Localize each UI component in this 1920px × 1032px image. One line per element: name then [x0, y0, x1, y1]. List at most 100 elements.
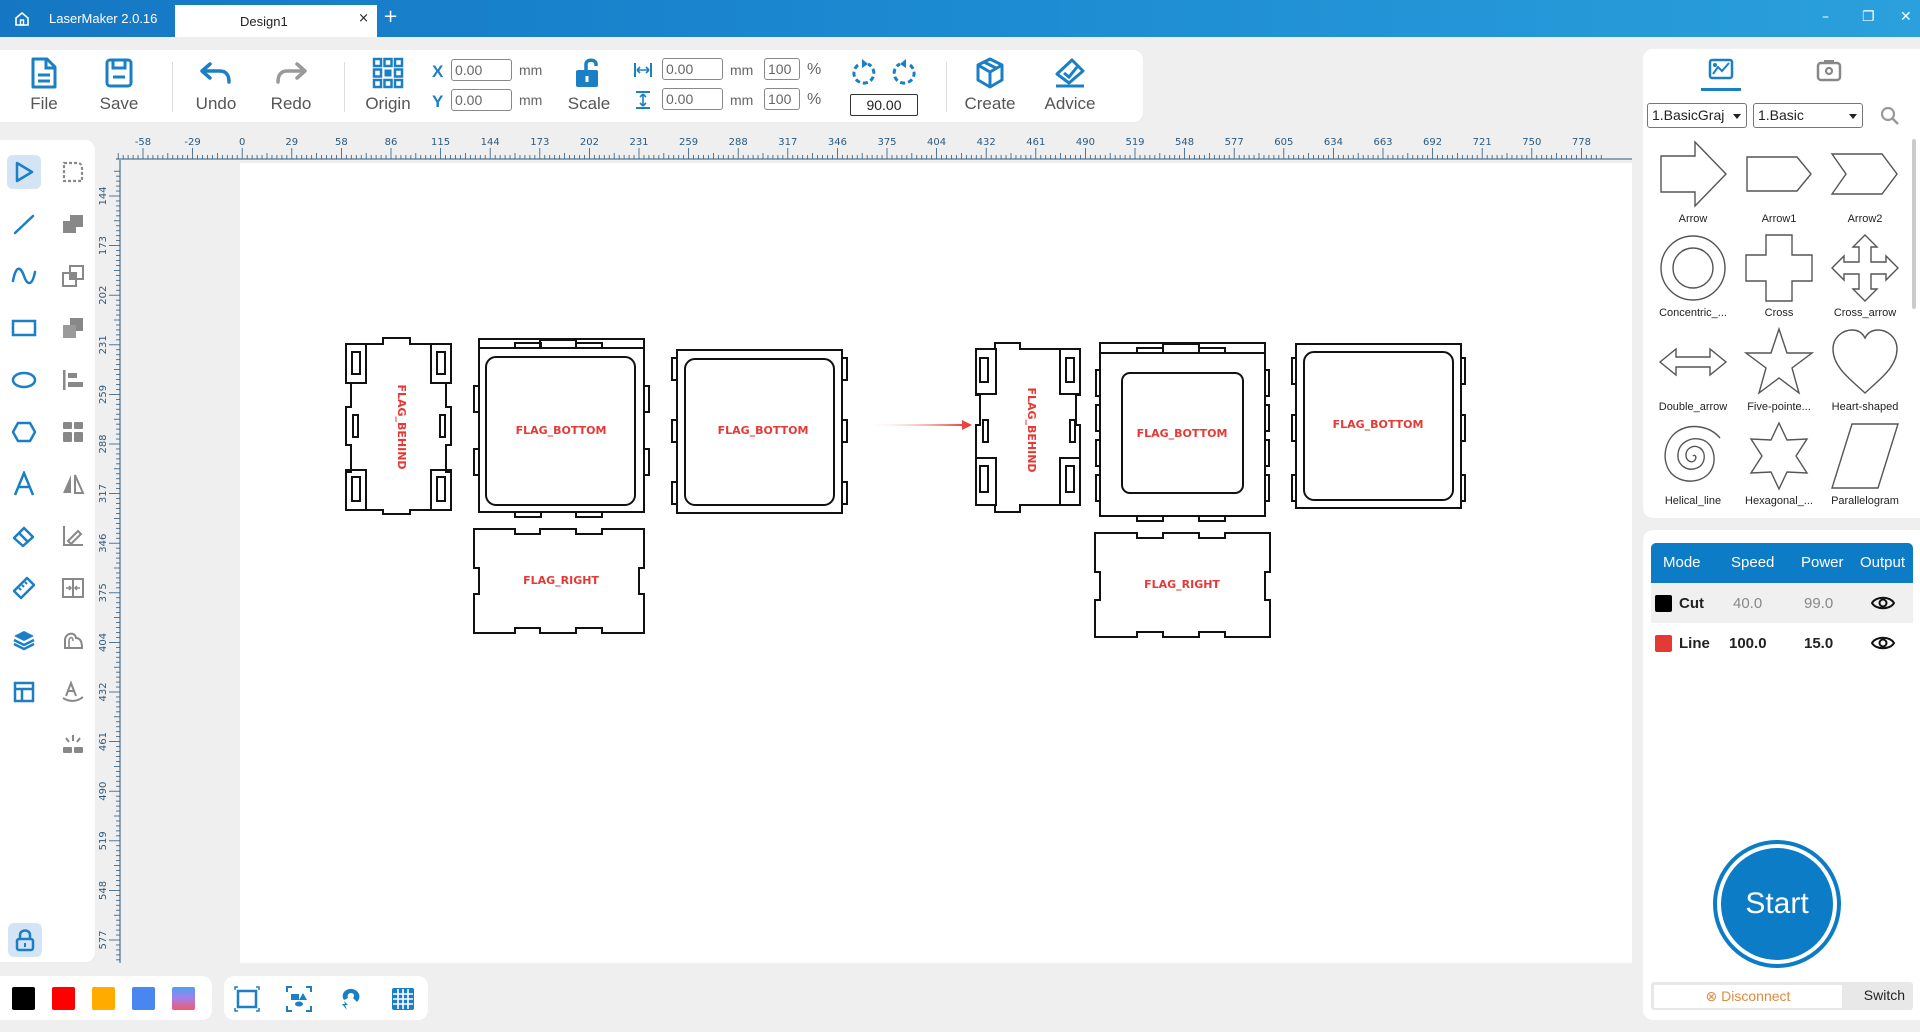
- text-path-tool[interactable]: [56, 675, 90, 709]
- search-icon[interactable]: [1879, 105, 1901, 127]
- shape-arrow[interactable]: Arrow: [1651, 139, 1735, 233]
- minimize-button[interactable]: –: [1822, 9, 1829, 25]
- line-tool[interactable]: [7, 207, 41, 241]
- shape-arrow2[interactable]: Arrow2: [1823, 139, 1907, 233]
- y-position-input[interactable]: [451, 89, 512, 111]
- rectangle-icon: [11, 319, 37, 337]
- file-button[interactable]: File: [14, 56, 74, 114]
- height-input[interactable]: [662, 88, 723, 110]
- category-select[interactable]: 1.BasicGraj: [1647, 103, 1747, 128]
- shape-label: Cross: [1764, 307, 1794, 319]
- close-window-button[interactable]: ✕: [1900, 9, 1912, 25]
- shape-cross-arrow[interactable]: Cross_arrow: [1823, 233, 1907, 327]
- start-button[interactable]: Start: [1713, 840, 1841, 968]
- ruler-tick-label: 461: [98, 732, 109, 751]
- rotate-ccw-icon[interactable]: [850, 57, 878, 87]
- lock-button[interactable]: [8, 923, 42, 957]
- create-button[interactable]: Create: [960, 56, 1020, 114]
- eye-icon[interactable]: [1871, 635, 1895, 651]
- explode-tool[interactable]: [56, 727, 90, 761]
- shape-grid-scrollbar[interactable]: [1912, 139, 1916, 309]
- offset-icon: [64, 632, 84, 649]
- frame-icon[interactable]: [234, 986, 260, 1012]
- add-tab-button[interactable]: +: [383, 6, 398, 27]
- layer-table-header: Mode Speed Power Output: [1651, 543, 1913, 583]
- ruler-tick-label: 144: [481, 137, 500, 148]
- close-tab-icon[interactable]: ×: [358, 11, 369, 26]
- ellipse-tool[interactable]: [7, 363, 41, 397]
- table-tool[interactable]: [7, 675, 41, 709]
- mirror-icon: [63, 474, 85, 494]
- shape-cross[interactable]: Cross: [1737, 233, 1821, 327]
- rotation-angle-input[interactable]: [850, 94, 918, 116]
- horizontal-ruler[interactable]: -58 -29 0 29 58 86 115 144 173 202 231 259 288 317 346…: [96, 135, 1632, 160]
- mirror-tool[interactable]: [56, 467, 90, 501]
- layers-tool[interactable]: [7, 623, 41, 657]
- shape-arrow1[interactable]: Arrow1: [1737, 139, 1821, 233]
- shape-helical-line[interactable]: Helical_line: [1651, 421, 1735, 511]
- shape-hexagonal-star[interactable]: Hexagonal_...: [1737, 421, 1821, 511]
- text-tool[interactable]: [7, 467, 41, 501]
- polygon-tool[interactable]: [7, 415, 41, 449]
- distribute-tool[interactable]: [56, 571, 90, 605]
- ruler-tick-label: -29: [184, 137, 200, 148]
- grid-icon[interactable]: [390, 986, 416, 1012]
- home-icon[interactable]: [12, 9, 32, 29]
- width-percent-input[interactable]: [764, 58, 800, 80]
- layer-row-line[interactable]: Line 100.0 15.0: [1651, 623, 1913, 663]
- maximize-button[interactable]: ❐: [1862, 9, 1875, 25]
- color-swatch-red[interactable]: [52, 987, 75, 1010]
- advice-button[interactable]: Advice: [1040, 56, 1100, 114]
- width-input[interactable]: [662, 58, 723, 80]
- focus-shapes-icon[interactable]: [286, 986, 312, 1012]
- height-percent-input[interactable]: [764, 88, 800, 110]
- layer-row-cut[interactable]: Cut 40.0 99.0: [1651, 583, 1913, 623]
- shape-heart[interactable]: Heart-shaped: [1823, 327, 1907, 421]
- save-button[interactable]: Save: [89, 56, 149, 114]
- disconnect-button[interactable]: ⊗ Disconnect: [1654, 985, 1842, 1008]
- shape-concentric[interactable]: Concentric_...: [1651, 233, 1735, 327]
- layer-panel: Mode Speed Power Output Cut 40.0 99.0 Li…: [1643, 530, 1920, 1020]
- array-tool[interactable]: [56, 415, 90, 449]
- origin-button[interactable]: Origin: [358, 56, 418, 114]
- ruler-tick-label: 490: [98, 782, 109, 801]
- spiral-icon: [1664, 425, 1721, 482]
- switch-button[interactable]: Switch: [1864, 987, 1905, 1003]
- color-swatch-orange[interactable]: [92, 987, 115, 1010]
- x-position-input[interactable]: [451, 59, 512, 81]
- eraser-tool[interactable]: [7, 519, 41, 553]
- vertical-ruler[interactable]: 144 173 202 231 259 288 317 346 375 404 432 461 490 5…: [96, 160, 121, 963]
- layer-mode: Cut: [1679, 595, 1704, 612]
- work-area[interactable]: [240, 163, 1632, 963]
- scale-lock-button[interactable]: Scale: [559, 56, 619, 114]
- shape-parallelogram[interactable]: Parallelogram: [1823, 421, 1907, 511]
- undo-button[interactable]: Undo: [186, 56, 246, 114]
- color-swatch-black[interactable]: [12, 987, 35, 1010]
- camera-tab[interactable]: [1809, 55, 1849, 91]
- ruler-tick-label: 173: [530, 137, 549, 148]
- subtract-tool[interactable]: [56, 311, 90, 345]
- shape-five-point-star[interactable]: Five-pointe...: [1737, 327, 1821, 421]
- select-tool[interactable]: [7, 155, 41, 189]
- magnet-icon[interactable]: [338, 986, 364, 1012]
- curve-tool[interactable]: [7, 259, 41, 293]
- document-tab[interactable]: Design1 ×: [175, 5, 377, 37]
- eye-icon[interactable]: [1871, 595, 1895, 611]
- redo-button[interactable]: Redo: [261, 56, 321, 114]
- rectangle-tool[interactable]: [7, 311, 41, 345]
- distribute-icon: [62, 578, 84, 598]
- double-arrow-icon: [1658, 347, 1728, 377]
- color-swatch-gradient[interactable]: [172, 987, 195, 1010]
- shape-double-arrow[interactable]: Double_arrow: [1651, 327, 1735, 421]
- color-swatch-blue[interactable]: [132, 987, 155, 1010]
- shapes-tab[interactable]: [1701, 55, 1741, 91]
- node-edit-tool[interactable]: [56, 155, 90, 189]
- offset-tool[interactable]: [56, 623, 90, 657]
- subcategory-select[interactable]: 1.Basic: [1753, 103, 1863, 128]
- align-tool[interactable]: [56, 363, 90, 397]
- measure-edit-tool[interactable]: [56, 519, 90, 553]
- ruler-tool[interactable]: [7, 571, 41, 605]
- intersect-tool[interactable]: [56, 259, 90, 293]
- rotate-cw-icon[interactable]: [890, 57, 918, 87]
- union-tool[interactable]: [56, 207, 90, 241]
